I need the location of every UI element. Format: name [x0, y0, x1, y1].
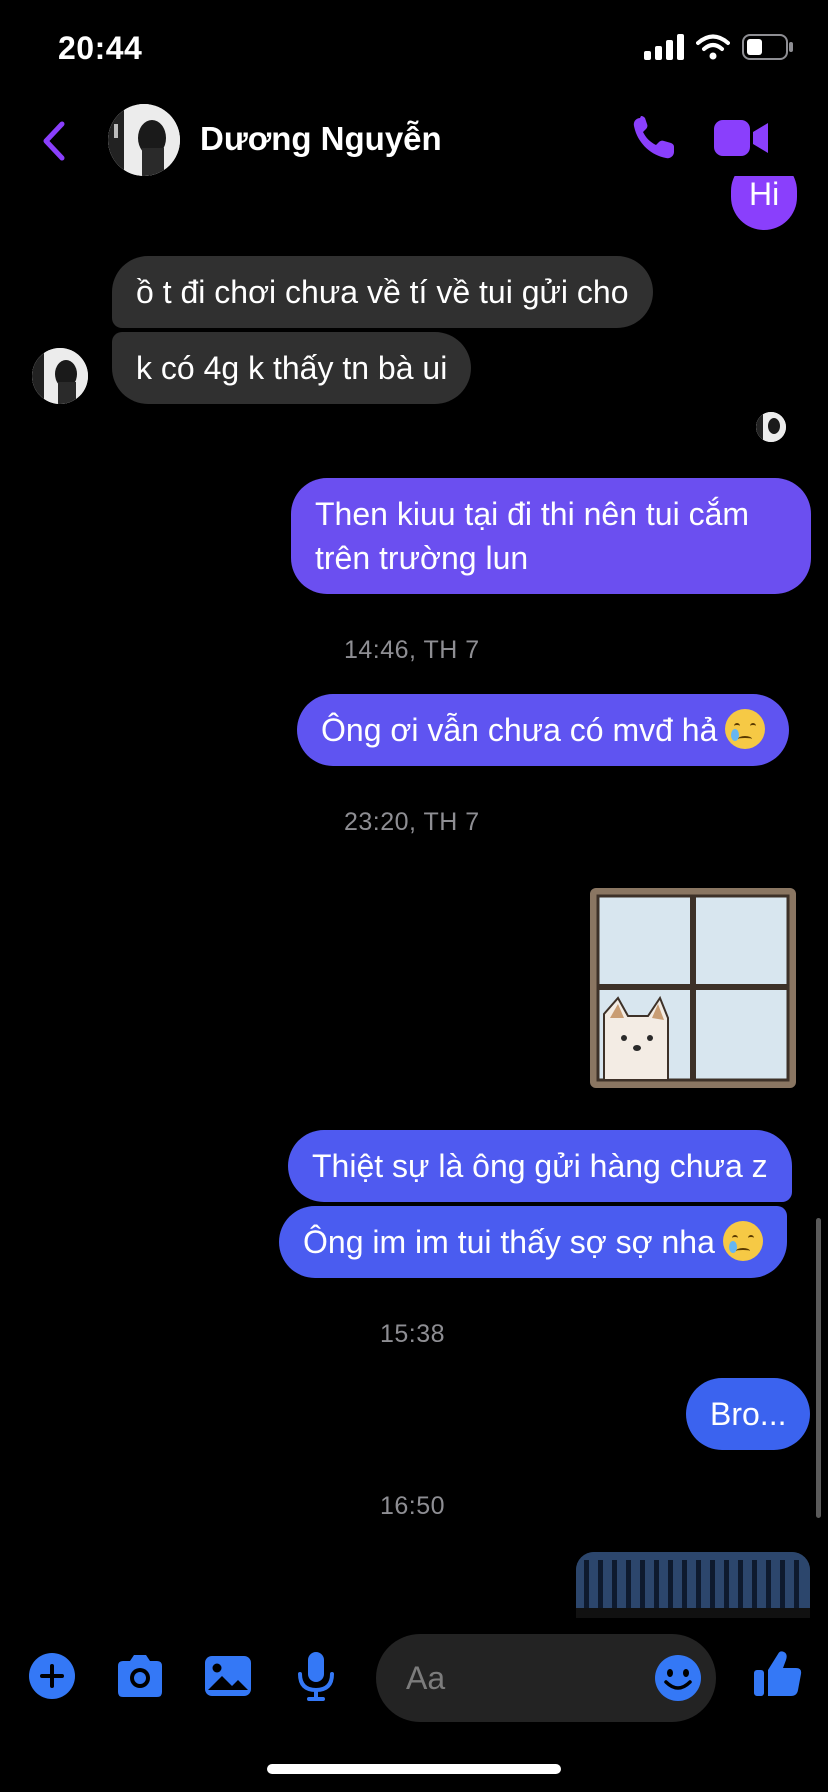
- message-input-container[interactable]: [376, 1634, 716, 1722]
- message-text: Ông im im tui thấy sợ sợ nha: [303, 1224, 715, 1260]
- cellular-signal-icon: [644, 34, 684, 60]
- message-text: Thiệt sự là ông gửi hàng chưa z: [312, 1148, 768, 1184]
- image-message-partial[interactable]: [576, 1552, 810, 1618]
- message-outgoing[interactable]: Thiệt sự là ông gửi hàng chưa z: [288, 1130, 792, 1202]
- timestamp: 14:46, TH 7: [344, 636, 480, 664]
- crying-face-emoji: [725, 709, 766, 749]
- message-incoming[interactable]: k có 4g k thấy tn bà ui: [112, 332, 472, 404]
- message-text-line: trên trường lun: [315, 540, 529, 576]
- sender-avatar[interactable]: [32, 348, 88, 404]
- message-input[interactable]: [406, 1656, 626, 1700]
- message-outgoing[interactable]: Ông im im tui thấy sợ sợ nha: [279, 1206, 787, 1278]
- timestamp: 15:38: [380, 1320, 446, 1348]
- message-incoming[interactable]: ồ t đi chơi chưa về tí về tui gửi cho: [112, 256, 653, 328]
- plus-icon[interactable]: [24, 1648, 80, 1704]
- back-chevron-icon[interactable]: [34, 116, 78, 166]
- contact-avatar[interactable]: [108, 104, 180, 176]
- message-outgoing[interactable]: Hi: [731, 176, 798, 230]
- message-text: k có 4g k thấy tn bà ui: [136, 350, 448, 386]
- status-icons: [644, 34, 794, 60]
- message-text-line: Then kiuu tại đi thi nên tui cắm: [315, 496, 750, 532]
- contact-name[interactable]: Dương Nguyễn: [200, 120, 442, 158]
- message-text: ồ t đi chơi chưa về tí về tui gửi cho: [136, 274, 629, 310]
- video-camera-icon[interactable]: [714, 118, 770, 158]
- status-time: 20:44: [58, 30, 143, 66]
- scrollbar[interactable]: [816, 1218, 821, 1518]
- timestamp: 23:20, TH 7: [344, 808, 480, 836]
- message-list[interactable]: Hi ồ t đi chơi chưa về tí về tui gửi cho…: [0, 176, 828, 1618]
- message-outgoing[interactable]: Then kiuu tại đi thi nên tui cắm trên tr…: [291, 478, 811, 594]
- composer-bar: [0, 1630, 828, 1730]
- microphone-icon[interactable]: [288, 1648, 344, 1704]
- crying-face-emoji: [722, 1221, 763, 1261]
- sticker-window-dog[interactable]: [588, 886, 798, 1090]
- message-text: Ông ơi vẫn chưa có mvđ hả: [321, 712, 718, 748]
- read-receipt-avatar: [756, 412, 786, 442]
- message-text: Hi: [749, 176, 780, 212]
- image-icon[interactable]: [200, 1648, 256, 1704]
- message-text: Bro...: [710, 1396, 787, 1432]
- message-outgoing[interactable]: Ông ơi vẫn chưa có mvđ hả: [297, 694, 790, 766]
- phone-icon[interactable]: [630, 114, 678, 162]
- home-indicator[interactable]: [267, 1764, 561, 1774]
- chat-header: Dương Nguyễn: [0, 96, 828, 186]
- smiley-icon[interactable]: [652, 1652, 704, 1704]
- timestamp: 16:50: [380, 1492, 446, 1520]
- message-outgoing[interactable]: Bro...: [686, 1378, 811, 1450]
- thumbs-up-icon[interactable]: [750, 1646, 806, 1702]
- status-bar: 20:44: [0, 0, 828, 100]
- wifi-icon: [696, 34, 730, 60]
- camera-icon[interactable]: [112, 1648, 168, 1704]
- battery-icon: [742, 34, 793, 60]
